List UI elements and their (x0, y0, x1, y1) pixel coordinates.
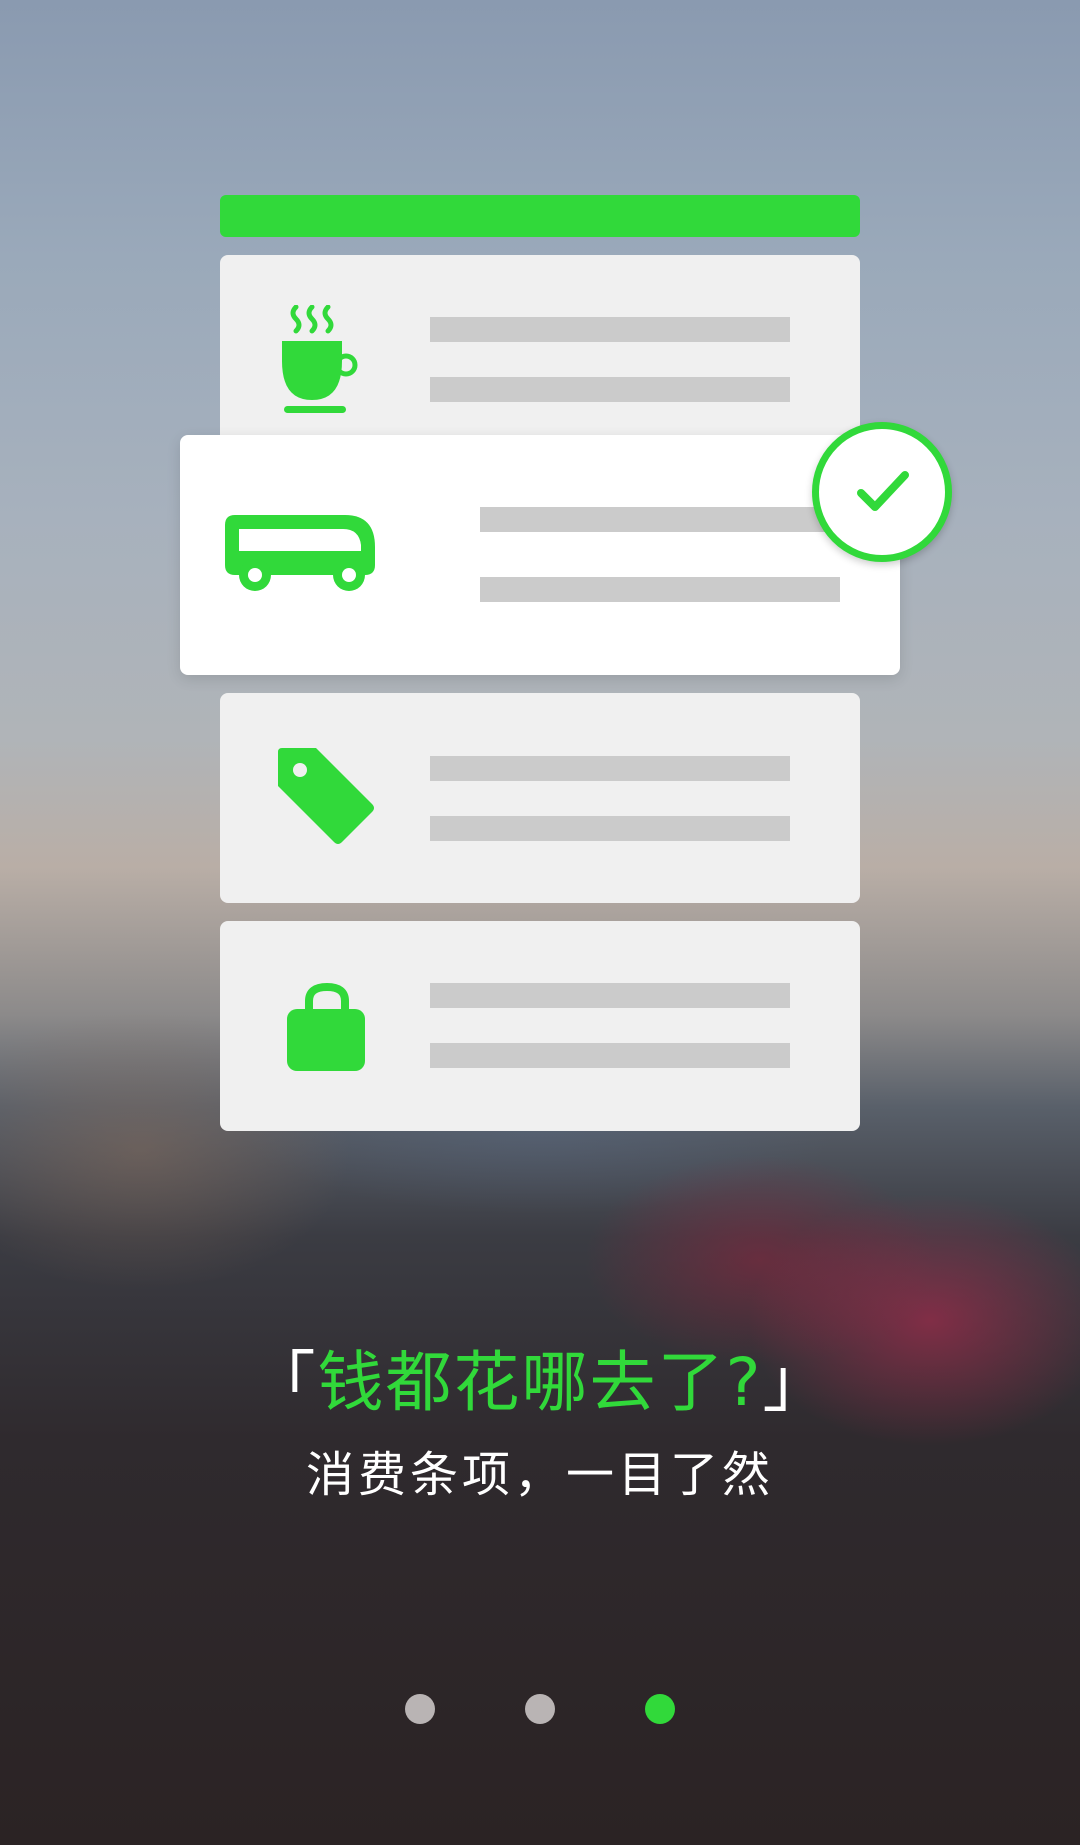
list-header-bar (220, 195, 860, 237)
list-item-selected[interactable] (180, 435, 900, 675)
checkmark-icon (857, 471, 909, 511)
page-dot[interactable] (405, 1694, 435, 1724)
list-item[interactable] (220, 921, 860, 1131)
slogan-subtitle: 消费条项，一目了然 (305, 1447, 774, 1503)
page-indicator (0, 1694, 1080, 1724)
open-quote: 「 (249, 1344, 318, 1421)
placeholder-line (430, 756, 790, 781)
bus-icon (225, 515, 375, 591)
placeholder-line (430, 1043, 790, 1068)
slogan-headline: 「钱都花哪去了?」 (0, 1338, 1080, 1428)
placeholder-line (430, 377, 790, 402)
list-item[interactable] (220, 693, 860, 903)
lock-icon (287, 983, 365, 1071)
list-item[interactable] (220, 255, 860, 465)
placeholder-line (480, 507, 840, 532)
page-dot-active[interactable] (645, 1694, 675, 1724)
price-tag-icon (278, 748, 374, 844)
placeholder-line (430, 983, 790, 1008)
close-quote: 」 (762, 1344, 831, 1421)
placeholder-line (480, 577, 840, 602)
page-dot[interactable] (525, 1694, 555, 1724)
coffee-cup-icon (282, 305, 358, 413)
placeholder-line (430, 317, 790, 342)
placeholder-line (430, 816, 790, 841)
selected-check-badge (812, 422, 952, 562)
headline-text: 钱都花哪去了? (317, 1344, 763, 1421)
